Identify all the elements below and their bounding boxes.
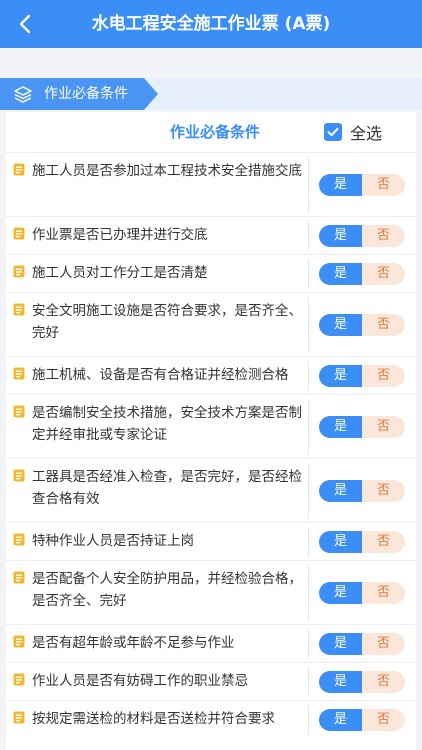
no-option[interactable]: 否 [362, 314, 405, 336]
yes-no-toggle[interactable]: 是否 [319, 633, 405, 655]
yes-no-toggle[interactable]: 是否 [319, 416, 405, 438]
condition-row: 按规定需送检的材料是否送检并符合要求 是否 [6, 700, 416, 738]
condition-row: 施工人员是否参加过本工程技术安全措施交底是否 [6, 152, 416, 216]
document-icon [13, 469, 25, 482]
yes-no-toggle[interactable]: 是否 [319, 263, 405, 285]
row-divider [308, 361, 309, 391]
yes-option[interactable]: 是 [319, 174, 362, 196]
yes-option[interactable]: 是 [319, 582, 362, 604]
conditions-card: 作业必备条件 全选 施工人员是否参加过本工程技术安全措施交底是否作业票是否已办理… [6, 112, 416, 750]
document-icon [13, 533, 25, 546]
condition-row: 是否编制安全技术措施，安全技术方案是否制定并经审批或专家论证是否 [6, 394, 416, 458]
condition-text: 是否配备个人安全防护用品，并经检验合格，是否齐全、完好 [32, 571, 302, 609]
no-option[interactable]: 否 [362, 225, 405, 247]
no-option[interactable]: 否 [362, 633, 405, 655]
yes-no-toggle[interactable]: 是否 [319, 671, 405, 693]
yes-option[interactable]: 是 [319, 633, 362, 655]
condition-text: 作业票是否已办理并进行交底 [32, 227, 208, 243]
row-divider [308, 297, 309, 353]
yes-no-toggle[interactable]: 是否 [319, 225, 405, 247]
condition-text: 施工人员对工作分工是否清楚 [32, 265, 208, 281]
row-divider [308, 527, 309, 557]
row-divider [308, 705, 309, 735]
yes-no-toggle[interactable]: 是否 [319, 365, 405, 387]
no-option[interactable]: 否 [362, 365, 405, 387]
yes-no-toggle[interactable]: 是否 [319, 582, 405, 604]
condition-row: 施工机械、设备是否有合格证并经检测合格 是否 [6, 356, 416, 394]
yes-option[interactable]: 是 [319, 671, 362, 693]
no-option[interactable]: 否 [362, 709, 405, 731]
document-icon [13, 405, 25, 418]
section-header: 作业必备条件 [0, 78, 422, 110]
row-divider [308, 565, 309, 621]
document-icon [13, 711, 25, 724]
yes-option[interactable]: 是 [319, 480, 362, 502]
no-option[interactable]: 否 [362, 531, 405, 553]
no-option[interactable]: 否 [362, 480, 405, 502]
row-divider [308, 463, 309, 519]
select-all-checkbox[interactable] [324, 123, 342, 141]
condition-row: 是否配备个人安全防护用品，并经检验合格，是否齐全、完好是否 [6, 560, 416, 624]
condition-row: 是否有超年龄或年龄不足参与作业 是否 [6, 624, 416, 662]
section-label: 作业必备条件 [44, 86, 128, 102]
yes-no-toggle[interactable]: 是否 [319, 531, 405, 553]
condition-row: 特种作业人员是否持证上岗 是否 [6, 522, 416, 560]
condition-text: 施工人员是否参加过本工程技术安全措施交底 [32, 163, 302, 179]
document-icon [13, 367, 25, 380]
document-icon [13, 163, 25, 176]
yes-option[interactable]: 是 [319, 365, 362, 387]
document-icon [13, 673, 25, 686]
document-icon [13, 303, 25, 316]
row-divider [308, 221, 309, 251]
condition-text: 是否编制安全技术措施，安全技术方案是否制定并经审批或专家论证 [32, 405, 302, 443]
document-icon [13, 227, 25, 240]
row-divider [308, 667, 309, 697]
row-divider [308, 157, 309, 213]
condition-row: 安全文明施工设施是否符合要求，是否齐全、完好是否 [6, 292, 416, 356]
yes-no-toggle[interactable]: 是否 [319, 314, 405, 336]
document-icon [13, 635, 25, 648]
row-divider [308, 629, 309, 659]
condition-row: 作业票是否已办理并进行交底 是否 [6, 216, 416, 254]
row-divider [308, 399, 309, 455]
no-option[interactable]: 否 [362, 671, 405, 693]
card-header: 作业必备条件 全选 [6, 112, 416, 152]
select-all-label: 全选 [350, 124, 383, 143]
yes-option[interactable]: 是 [319, 416, 362, 438]
no-option[interactable]: 否 [362, 416, 405, 438]
column-title: 作业必备条件 [169, 123, 260, 141]
yes-no-toggle[interactable]: 是否 [319, 174, 405, 196]
condition-text: 特种作业人员是否持证上岗 [32, 533, 194, 549]
row-divider [308, 259, 309, 289]
document-icon [13, 265, 25, 278]
yes-option[interactable]: 是 [319, 314, 362, 336]
condition-row: 工器具是否经准入检查，是否完好，是否经检查合格有效是否 [6, 458, 416, 522]
condition-text: 安全文明施工设施是否符合要求，是否齐全、完好 [32, 303, 302, 341]
yes-option[interactable]: 是 [319, 531, 362, 553]
condition-text: 施工机械、设备是否有合格证并经检测合格 [32, 367, 289, 383]
checkmark-icon [327, 127, 339, 137]
condition-row: 作业人员是否有妨碍工作的职业禁忌 是否 [6, 662, 416, 700]
yes-option[interactable]: 是 [319, 225, 362, 247]
yes-no-toggle[interactable]: 是否 [319, 709, 405, 731]
condition-text: 按规定需送检的材料是否送检并符合要求 [32, 711, 275, 727]
yes-option[interactable]: 是 [319, 263, 362, 285]
document-icon [13, 571, 25, 584]
no-option[interactable]: 否 [362, 174, 405, 196]
yes-option[interactable]: 是 [319, 709, 362, 731]
no-option[interactable]: 否 [362, 582, 405, 604]
app-header: 水电工程安全施工作业票 (A票) [0, 0, 422, 48]
layers-icon [14, 86, 32, 103]
condition-text: 是否有超年龄或年龄不足参与作业 [32, 635, 235, 651]
condition-text: 工器具是否经准入检查，是否完好，是否经检查合格有效 [32, 469, 302, 507]
page-title: 水电工程安全施工作业票 (A票) [91, 14, 331, 34]
condition-text: 作业人员是否有妨碍工作的职业禁忌 [32, 673, 248, 689]
no-option[interactable]: 否 [362, 263, 405, 285]
condition-row: 施工人员对工作分工是否清楚 是否 [6, 254, 416, 292]
yes-no-toggle[interactable]: 是否 [319, 480, 405, 502]
select-all-toggle[interactable]: 全选 [324, 122, 383, 143]
